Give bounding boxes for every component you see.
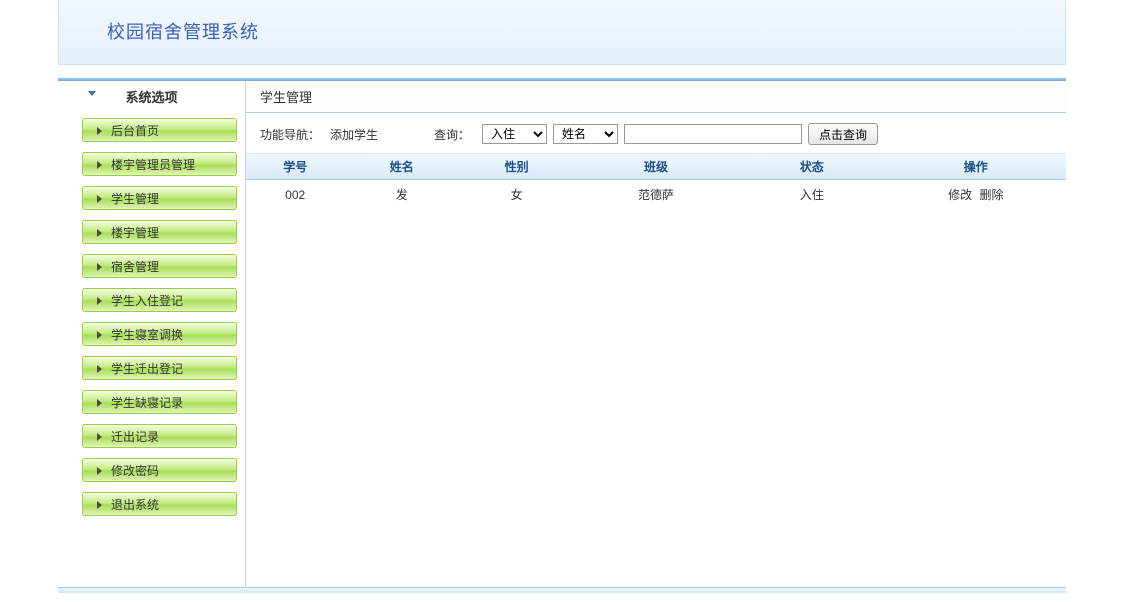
search-input[interactable] — [624, 124, 802, 144]
sidebar-item-absence[interactable]: 学生缺寝记录 — [82, 390, 237, 414]
chevron-right-icon — [97, 365, 102, 373]
body: 系统选项 后台首页 楼宇管理员管理 学生管理 — [58, 81, 1066, 587]
footer-bar — [58, 587, 1066, 593]
sidebar-item-label: 楼宇管理员管理 — [111, 158, 195, 172]
chevron-right-icon — [97, 229, 102, 237]
table-header-row: 学号 姓名 性别 班级 状态 操作 — [246, 154, 1066, 180]
content-title: 学生管理 — [246, 81, 1066, 113]
gap — [58, 65, 1066, 77]
sidebar-item-label: 学生寝室调换 — [111, 328, 183, 342]
add-student-link[interactable]: 添加学生 — [330, 126, 378, 143]
col-name: 姓名 — [344, 154, 459, 180]
toolbar: 功能导航： 添加学生 查询： 入住 姓名 点击查询 — [246, 113, 1066, 154]
page: 校园宿舍管理系统 系统选项 后台首页 楼宇管理员管理 — [58, 0, 1066, 593]
search-button[interactable]: 点击查询 — [808, 123, 878, 145]
chevron-right-icon — [97, 467, 102, 475]
chevron-right-icon — [97, 399, 102, 407]
delete-link[interactable]: 删除 — [979, 188, 1003, 202]
sidebar-item-checkout[interactable]: 学生迁出登记 — [82, 356, 237, 380]
chevron-right-icon — [97, 501, 102, 509]
cell-status: 入住 — [738, 180, 886, 210]
cell-ops: 修改 删除 — [886, 180, 1066, 210]
chevron-right-icon — [97, 263, 102, 271]
sidebar-item-change-password[interactable]: 修改密码 — [82, 458, 237, 482]
status-select[interactable]: 入住 — [482, 124, 547, 144]
sidebar-item-label: 修改密码 — [111, 464, 159, 478]
sidebar-item-label: 学生管理 — [111, 192, 159, 206]
chevron-right-icon — [97, 331, 102, 339]
chevron-right-icon — [97, 297, 102, 305]
sidebar-item-label: 退出系统 — [111, 498, 159, 512]
col-ops: 操作 — [886, 154, 1066, 180]
chevron-right-icon — [97, 433, 102, 441]
col-status: 状态 — [738, 154, 886, 180]
edit-link[interactable]: 修改 — [948, 188, 972, 202]
chevron-right-icon — [97, 161, 102, 169]
header: 校园宿舍管理系统 — [58, 0, 1066, 65]
sidebar-item-label: 宿舍管理 — [111, 260, 159, 274]
col-class: 班级 — [574, 154, 738, 180]
sidebar: 系统选项 后台首页 楼宇管理员管理 学生管理 — [58, 81, 246, 587]
cell-name: 发 — [344, 180, 459, 210]
chevron-down-icon — [88, 91, 96, 96]
field-select[interactable]: 姓名 — [553, 124, 618, 144]
app-title: 校园宿舍管理系统 — [107, 22, 259, 42]
table-row: 002 发 女 范德萨 入住 修改 删除 — [246, 180, 1066, 210]
sidebar-item-checkout-log[interactable]: 迁出记录 — [82, 424, 237, 448]
sidebar-item-label: 学生迁出登记 — [111, 362, 183, 376]
cell-class: 范德萨 — [574, 180, 738, 210]
sidebar-item-label: 后台首页 — [111, 124, 159, 138]
sidebar-menu: 后台首页 楼宇管理员管理 学生管理 楼宇管理 — [58, 112, 245, 516]
sidebar-item-label: 迁出记录 — [111, 430, 159, 444]
sidebar-item-label: 学生缺寝记录 — [111, 396, 183, 410]
sidebar-item-building-manage[interactable]: 楼宇管理 — [82, 220, 237, 244]
nav-label: 功能导航： — [260, 126, 320, 143]
sidebar-title: 系统选项 — [125, 90, 177, 105]
cell-sex: 女 — [459, 180, 574, 210]
chevron-right-icon — [97, 195, 102, 203]
sidebar-item-checkin[interactable]: 学生入住登记 — [82, 288, 237, 312]
sidebar-item-label: 学生入住登记 — [111, 294, 183, 308]
query-label: 查询： — [434, 126, 470, 143]
sidebar-item-label: 楼宇管理 — [111, 226, 159, 240]
sidebar-item-room-swap[interactable]: 学生寝室调换 — [82, 322, 237, 346]
col-sex: 性别 — [459, 154, 574, 180]
content: 学生管理 功能导航： 添加学生 查询： 入住 姓名 点击查询 — [246, 81, 1066, 587]
cell-id: 002 — [246, 180, 344, 210]
sidebar-item-dorm-manage[interactable]: 宿舍管理 — [82, 254, 237, 278]
col-id: 学号 — [246, 154, 344, 180]
chevron-right-icon — [97, 127, 102, 135]
sidebar-title-row[interactable]: 系统选项 — [58, 81, 245, 112]
viewport: 校园宿舍管理系统 系统选项 后台首页 楼宇管理员管理 — [0, 0, 1124, 602]
sidebar-item-home[interactable]: 后台首页 — [82, 118, 237, 142]
sidebar-item-building-admin[interactable]: 楼宇管理员管理 — [82, 152, 237, 176]
data-table: 学号 姓名 性别 班级 状态 操作 002 发 女 — [246, 154, 1066, 209]
sidebar-item-logout[interactable]: 退出系统 — [82, 492, 237, 516]
sidebar-item-student-manage[interactable]: 学生管理 — [82, 186, 237, 210]
